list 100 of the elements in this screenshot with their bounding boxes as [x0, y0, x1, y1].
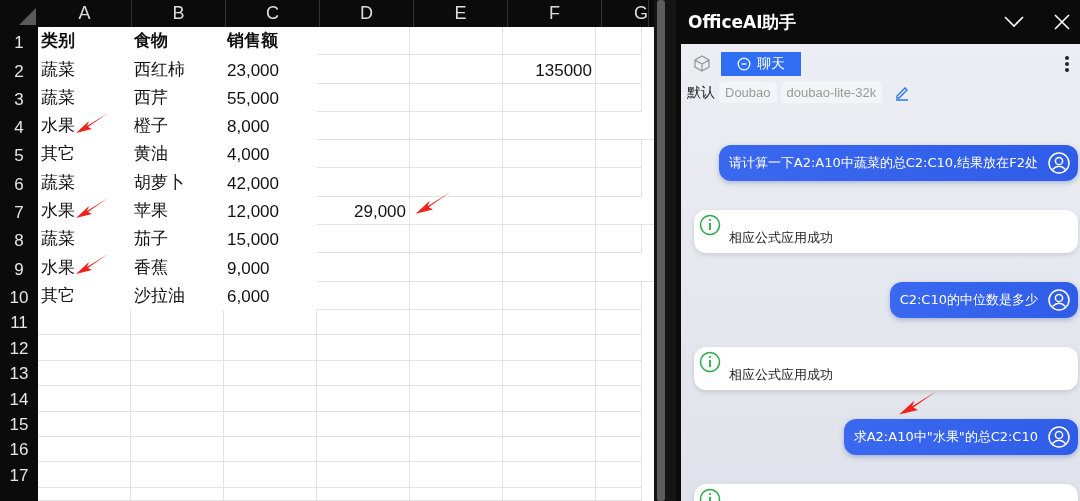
- sheet-cell[interactable]: 蔬菜: [38, 168, 131, 197]
- more-menu-icon[interactable]: [1064, 55, 1070, 73]
- row-header[interactable]: 6: [0, 168, 38, 197]
- sheet-cell[interactable]: 黄油: [131, 140, 224, 169]
- sheet-cell[interactable]: [317, 411, 410, 437]
- sheet-cell[interactable]: [317, 111, 410, 141]
- sheet-cell[interactable]: [503, 27, 596, 56]
- sheet-cell[interactable]: 西芹: [131, 83, 224, 112]
- row-header[interactable]: 14: [0, 386, 38, 412]
- sheet-cell[interactable]: [503, 386, 596, 412]
- row-header[interactable]: 16: [0, 436, 38, 463]
- sheet-cell[interactable]: [503, 225, 596, 254]
- sheet-cell[interactable]: 其它: [38, 281, 131, 310]
- sheet-cell[interactable]: [131, 411, 224, 437]
- sheet-cell[interactable]: [38, 335, 131, 361]
- sheet-cell[interactable]: [503, 462, 596, 488]
- sheet-cell[interactable]: [224, 462, 317, 488]
- sheet-cell[interactable]: [503, 309, 596, 336]
- sheet-cell[interactable]: [38, 411, 131, 437]
- sheet-cell[interactable]: [131, 309, 224, 336]
- row-header[interactable]: 10: [0, 281, 38, 310]
- sheet-cell[interactable]: [317, 27, 410, 56]
- sheet-cell[interactable]: 29,000: [317, 196, 410, 226]
- sheet-cell[interactable]: [410, 111, 503, 141]
- sheet-cell[interactable]: [131, 462, 224, 488]
- sheet-cell[interactable]: [224, 487, 317, 501]
- sheet-cell[interactable]: [38, 436, 131, 463]
- close-icon[interactable]: [1054, 14, 1070, 30]
- sheet-cell[interactable]: [596, 411, 642, 437]
- sheet-cell[interactable]: 其它: [38, 140, 131, 169]
- sheet-cell[interactable]: [596, 462, 642, 488]
- sheet-cell[interactable]: [596, 140, 642, 169]
- sheet-cell[interactable]: 8,000: [224, 111, 317, 141]
- sheet-cell[interactable]: [317, 309, 410, 336]
- sheet-cell[interactable]: [503, 253, 596, 282]
- sheet-cell[interactable]: [224, 335, 317, 361]
- sheet-cell[interactable]: 香蕉: [131, 253, 224, 282]
- sheet-cell[interactable]: [317, 253, 410, 282]
- sheet-cell[interactable]: 135000: [503, 55, 596, 84]
- sheet-cell[interactable]: [410, 253, 503, 282]
- sheet-cell[interactable]: 15,000: [224, 225, 317, 254]
- sheet-cell[interactable]: [410, 225, 503, 254]
- sheet-cell[interactable]: 4,000: [224, 140, 317, 169]
- sheet-cell[interactable]: [410, 487, 503, 501]
- column-header[interactable]: A: [38, 0, 132, 27]
- sheet-cell[interactable]: [131, 487, 224, 501]
- sheet-cell[interactable]: 9,000: [224, 253, 317, 282]
- sheet-cell[interactable]: 茄子: [131, 225, 224, 254]
- chevron-down-icon[interactable]: [1004, 16, 1024, 28]
- sheet-cell[interactable]: [410, 281, 503, 310]
- sheet-cell[interactable]: [410, 436, 503, 463]
- sheet-cell[interactable]: 类别: [38, 27, 131, 56]
- sheet-cell[interactable]: [317, 487, 410, 501]
- sheet-cell[interactable]: [596, 281, 642, 310]
- sheet-cell[interactable]: [503, 436, 596, 463]
- scrollbar-thumb[interactable]: [657, 0, 665, 501]
- sheet-cell[interactable]: [503, 411, 596, 437]
- sheet-cell[interactable]: 蔬菜: [38, 83, 131, 112]
- column-header[interactable]: E: [414, 0, 508, 27]
- sheet-cell[interactable]: [410, 83, 503, 112]
- cube-icon[interactable]: [693, 55, 711, 73]
- sheet-cell[interactable]: [503, 487, 596, 501]
- row-header[interactable]: 8: [0, 225, 38, 254]
- sheet-cell[interactable]: [596, 309, 642, 336]
- sheet-cell[interactable]: [596, 168, 642, 197]
- sheet-cell[interactable]: [317, 436, 410, 463]
- column-header[interactable]: F: [508, 0, 602, 27]
- sheet-cell[interactable]: [317, 386, 410, 412]
- sheet-cell[interactable]: [503, 168, 596, 197]
- sheet-cell[interactable]: [38, 360, 131, 387]
- sheet-cell[interactable]: 西红柿: [131, 55, 224, 84]
- sheet-cell[interactable]: [317, 360, 410, 387]
- sheet-cell[interactable]: [317, 83, 410, 112]
- sheet-cell[interactable]: 6,000: [224, 281, 317, 310]
- sheet-cell[interactable]: [503, 281, 596, 310]
- row-header[interactable]: 9: [0, 253, 38, 282]
- sheet-cell[interactable]: 沙拉油: [131, 281, 224, 310]
- sheet-cell[interactable]: 食物: [131, 27, 224, 56]
- sheet-cell[interactable]: [503, 196, 596, 226]
- sheet-cell[interactable]: [317, 168, 410, 197]
- sheet-cell[interactable]: [596, 27, 642, 56]
- sheet-cell[interactable]: [317, 55, 410, 84]
- sheet-cell[interactable]: [596, 335, 642, 361]
- sheet-cell[interactable]: [317, 462, 410, 488]
- sheet-cell[interactable]: [224, 436, 317, 463]
- row-header[interactable]: 2: [0, 55, 38, 84]
- sheet-cell[interactable]: [131, 386, 224, 412]
- sheet-cell[interactable]: [131, 360, 224, 387]
- sheet-cell[interactable]: [410, 360, 503, 387]
- row-header[interactable]: 13: [0, 360, 38, 387]
- sheet-cell[interactable]: 23,000: [224, 55, 317, 84]
- sheet-cell[interactable]: 12,000: [224, 196, 317, 226]
- row-header[interactable]: 1: [0, 27, 38, 56]
- sheet-cell[interactable]: [224, 360, 317, 387]
- sheet-cell[interactable]: 蔬菜: [38, 55, 131, 84]
- row-header[interactable]: 12: [0, 335, 38, 361]
- sheet-cell[interactable]: [317, 281, 410, 310]
- sheet-cell[interactable]: [131, 436, 224, 463]
- sheet-cell[interactable]: [410, 140, 503, 169]
- row-header[interactable]: 17: [0, 462, 38, 488]
